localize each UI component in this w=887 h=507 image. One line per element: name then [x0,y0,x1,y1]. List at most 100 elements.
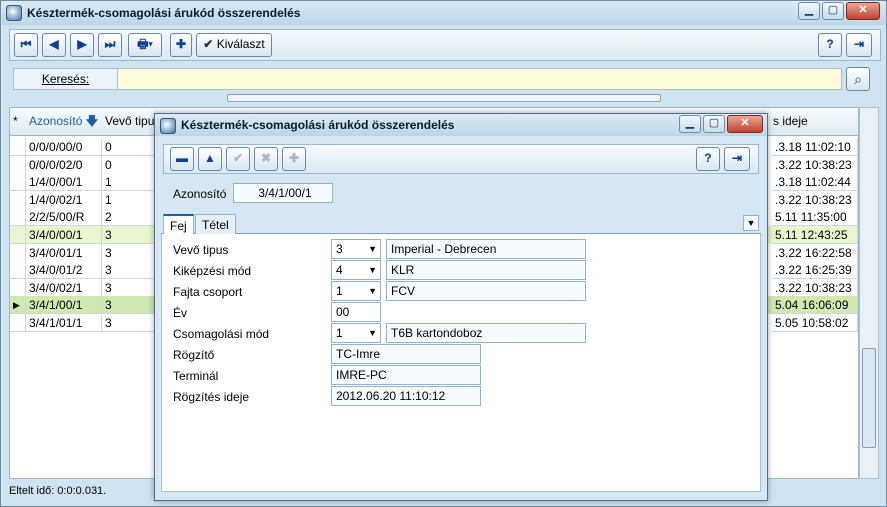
kepz-select[interactable]: 4 ▼ [331,260,381,280]
cell-vevo: 3 [102,261,158,280]
minimize-button[interactable]: ▁ [798,2,820,20]
column-header-vevo[interactable]: Vevő tipus [102,112,158,130]
close-button[interactable]: ✕ [846,2,880,20]
fajta-name: FCV [386,281,586,301]
id-value: 3/4/1/00/1 [233,183,333,203]
filter-dropdown[interactable] [227,94,661,102]
cell-rogzites-ideje: .3.22 16:22:58 [772,243,858,262]
status-text: Eltelt idő: 0:0:0.031. [9,485,107,497]
app-icon [6,5,22,21]
exit-button[interactable]: ⇥ [846,33,872,57]
row-marker [10,208,26,227]
up-icon[interactable]: ▲ [198,147,222,171]
cell-rogzites-ideje: .3.18 11:02:10 [772,138,858,156]
column-header-azonosito[interactable]: Azonosító 🡇 [26,112,102,130]
remove-icon[interactable]: ▬ [170,147,194,171]
dialog-app-icon [160,118,176,134]
dialog-help-button[interactable]: ? [696,147,720,171]
last-record-button[interactable]: ⏭ [98,33,122,57]
cell-rogzites-ideje: .3.22 10:38:23 [772,155,858,174]
terminal-value: IMRE-PC [331,365,481,385]
main-window-title: Késztermék-csomagolási árukód összerende… [27,6,301,20]
cell-rogzites-ideje: 5.11 12:43:25 [772,226,858,244]
cell-azonosito: 3/4/0/00/1 [26,226,102,244]
fajta-label: Fajta csoport [173,285,243,299]
main-toolbar: ⏮ ◀ ▶ ⏭ 🖶▾ ✚ ✔ Kiválaszt ? ⇥ [9,29,881,61]
chevron-down-icon: ▼ [368,328,377,338]
cell-vevo: 1 [102,190,158,209]
ev-input[interactable]: 00 [331,302,381,322]
cell-vevo: 3 [102,278,158,297]
vevo-name: Imperial - Debrecen [386,239,586,259]
dialog-minimize-button[interactable]: ▁ [679,115,701,133]
row-marker [10,314,26,332]
dialog-title-bar: Késztermék-csomagolási árukód összerende… [155,114,767,136]
cell-azonosito: 1/4/0/02/1 [26,190,102,209]
cell-vevo: 0 [102,138,158,156]
first-record-button[interactable]: ⏮ [14,33,38,57]
next-record-button[interactable]: ▶ [70,33,94,57]
cell-azonosito: 3/4/1/00/1 [26,296,102,315]
kepz-name: KLR [386,260,586,280]
search-label: Keresés: [14,69,118,89]
cell-vevo: 0 [102,155,158,174]
rogzito-label: Rögzítő [173,348,215,362]
cell-azonosito: 0/0/0/00/0 [26,138,102,156]
cell-azonosito: 0/0/0/02/0 [26,155,102,174]
id-label: Azonosító [173,187,227,201]
csom-select[interactable]: 1 ▼ [331,323,381,343]
dialog-close-button[interactable]: ✕ [727,115,763,133]
ev-label: Év [173,306,188,320]
confirm-icon[interactable]: ✔ [226,147,250,171]
rogz-ido-label: Rögzítés ideje [173,390,250,404]
main-title-bar: Késztermék-csomagolási árukód összerende… [1,1,886,25]
cell-azonosito: 1/4/0/00/1 [26,173,102,192]
edit-dialog: Késztermék-csomagolási árukód összerende… [154,113,768,501]
row-marker [10,173,26,192]
add-button[interactable]: ✚ [170,33,192,57]
dialog-maximize-button[interactable]: ▢ [703,115,725,133]
rogzito-value: TC-Imre [331,344,481,364]
dialog-exit-button[interactable]: ⇥ [724,147,750,171]
grid-scrollbar[interactable] [859,107,879,479]
cell-rogzites-ideje: .3.22 10:38:23 [772,190,858,209]
cell-azonosito: 3/4/0/01/1 [26,243,102,262]
vevo-label: Vevő tipus [173,243,229,257]
tab-tetel[interactable]: Tétel [195,214,236,234]
tab-fej[interactable]: Fej [163,214,194,234]
maximize-button[interactable]: ▢ [822,2,844,20]
cell-vevo: 1 [102,173,158,192]
select-button[interactable]: ✔ Kiválaszt [196,33,272,57]
csom-name: T6B kartondoboz [386,323,586,343]
cell-rogzites-ideje: 5.11 11:35:00 [772,208,858,227]
csom-label: Csomagolási mód [173,327,270,341]
help-button[interactable]: ? [818,33,842,57]
cell-vevo: 3 [102,314,158,332]
chevron-down-icon: ▼ [368,265,377,275]
row-marker [10,243,26,262]
row-marker [10,278,26,297]
dialog-toolbar: ▬ ▲ ✔ ✖ ✚ ? ⇥ [163,144,759,174]
column-header-rogzites-ideje[interactable]: s ideje [770,112,850,130]
vevo-select[interactable]: 3 ▼ [331,239,381,259]
fajta-select[interactable]: 1 ▼ [331,281,381,301]
cancel-icon[interactable]: ✖ [254,147,278,171]
kepz-label: Kiképzési mód [173,264,252,278]
search-icon[interactable]: ⌕ [846,67,870,91]
add-icon[interactable]: ✚ [282,147,306,171]
row-marker [10,190,26,209]
dialog-title: Késztermék-csomagolási árukód összerende… [181,118,455,132]
cell-vevo: 3 [102,296,158,315]
search-input[interactable] [120,69,840,89]
column-header-marker: * [13,114,18,128]
sort-down-icon: 🡇 [85,114,99,128]
cell-azonosito: 3/4/0/02/1 [26,278,102,297]
chevron-down-icon: ▼ [368,244,377,254]
row-marker [10,138,26,156]
cell-azonosito: 2/2/5/00/R [26,208,102,227]
previous-record-button[interactable]: ◀ [42,33,66,57]
cell-vevo: 2 [102,208,158,227]
print-dropdown-button[interactable]: 🖶▾ [128,33,162,57]
scroll-thumb[interactable] [862,348,876,448]
tabs-dropdown-icon[interactable]: ▼ [743,215,759,231]
